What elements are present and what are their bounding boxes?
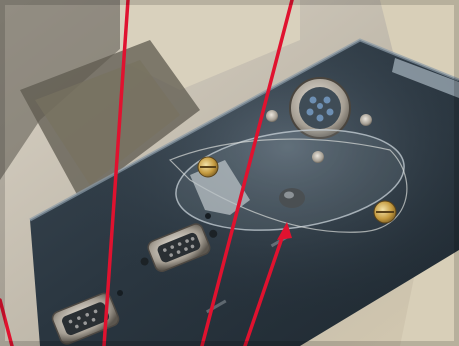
small-screw <box>312 151 324 163</box>
photo-scene <box>0 0 459 346</box>
panel-hole <box>205 213 211 219</box>
brass-screw-left <box>197 156 219 178</box>
wire-bead <box>279 188 305 208</box>
brass-screw-right <box>373 200 397 224</box>
panel-hole <box>117 290 123 296</box>
photo <box>0 0 459 346</box>
